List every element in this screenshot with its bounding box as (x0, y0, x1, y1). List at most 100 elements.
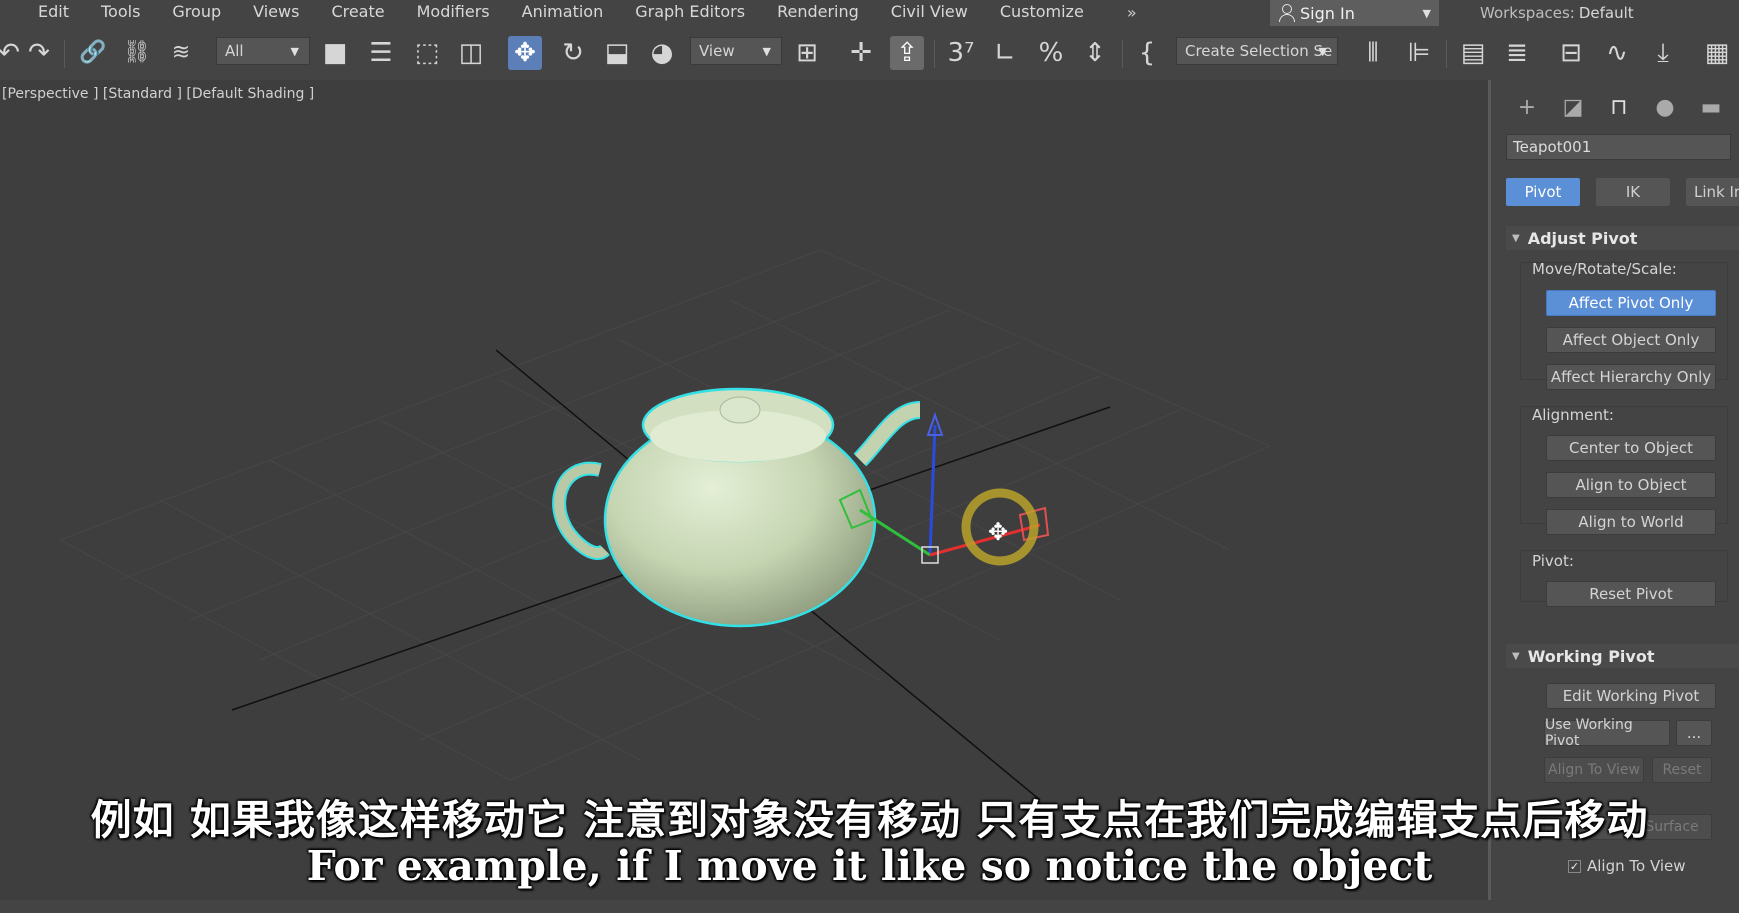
move-rotate-scale-label: Move/Rotate/Scale: (1532, 260, 1677, 278)
percent-snap-icon[interactable]: % (1034, 36, 1068, 70)
menu-group[interactable]: Group (156, 0, 237, 24)
keyboard-shortcut-override-icon[interactable]: ⇪ (890, 36, 924, 70)
tab-link-info[interactable]: Link Ir (1686, 178, 1739, 206)
alignment-label: Alignment: (1532, 406, 1614, 424)
teapot-object (552, 387, 922, 628)
menu-create[interactable]: Create (315, 0, 400, 24)
affect-object-only-button[interactable]: Affect Object Only (1546, 327, 1716, 353)
select-by-name-icon[interactable]: ☰ (364, 36, 398, 70)
chevron-down-icon: ▼ (290, 44, 299, 58)
menu-animation[interactable]: Animation (506, 0, 620, 24)
select-object-icon[interactable]: ■ (318, 36, 352, 70)
hierarchy-icon[interactable]: ⊓ (1598, 91, 1640, 123)
menu-civil-view[interactable]: Civil View (875, 0, 984, 24)
align-to-world-button[interactable]: Align to World (1546, 509, 1716, 535)
modify-icon[interactable]: ◪ (1552, 91, 1594, 123)
toolbar-separator (1446, 40, 1447, 68)
align-icon[interactable]: ⊫ (1402, 36, 1436, 70)
sign-in-dropdown[interactable]: Sign In ▼ (1270, 0, 1439, 26)
curve-editor-icon[interactable]: ∿ (1600, 36, 1634, 70)
select-and-scale-icon[interactable]: ⬓ (600, 36, 634, 70)
unlink-icon[interactable]: ⛓ (120, 36, 154, 70)
menu-overflow-button[interactable]: » (1112, 3, 1152, 22)
viewport-scene: ✥ (59, 249, 1271, 801)
working-pivot-rollout-header[interactable]: ▼ Working Pivot (1506, 644, 1739, 668)
sign-in-label: Sign In (1300, 3, 1355, 23)
snaps-toggle-icon[interactable]: 3⁷ (944, 36, 978, 70)
layer-explorer-icon[interactable]: ≣ (1500, 36, 1534, 70)
subtitle-chinese: 例如 如果我像这样移动它 注意到对象没有移动 只有支点在我们完成编辑支点后移动 (90, 796, 1649, 844)
select-manipulate-icon[interactable]: ✛ (844, 36, 878, 70)
adjust-pivot-rollout-header[interactable]: ▼ Adjust Pivot (1506, 226, 1739, 250)
affect-hierarchy-only-button[interactable]: Affect Hierarchy Only (1546, 364, 1716, 390)
chevron-down-icon: ▼ (1422, 6, 1431, 20)
move-rotate-scale-group (1520, 262, 1728, 380)
menu-rendering[interactable]: Rendering (761, 0, 875, 24)
select-and-rotate-icon[interactable]: ↻ (556, 36, 590, 70)
hierarchy-subtabs: Pivot IK Link Ir (1506, 178, 1739, 206)
working-pivot-title: Working Pivot (1527, 646, 1655, 666)
menu-bar: Edit Tools Group Views Create Modifiers … (0, 0, 1739, 24)
menu-edit[interactable]: Edit (0, 0, 85, 24)
select-and-move-icon[interactable]: ✥ (508, 36, 542, 70)
svg-text:✥: ✥ (988, 518, 1008, 546)
selection-filter-dropdown[interactable]: All ▼ (216, 37, 310, 65)
angle-snap-icon[interactable]: ∟ (988, 36, 1022, 70)
main-toolbar: ↶ ↷ 🔗 ⛓ ≋ All ▼ ■ ☰ ⬚ ◫ ✥ ↻ ⬓ ◕ View ▼ ⊞… (0, 26, 1739, 80)
schematic-view-icon[interactable]: ⤓ (1646, 36, 1680, 70)
scene-explorer-icon[interactable]: ▤ (1456, 36, 1490, 70)
center-to-object-button[interactable]: Center to Object (1546, 435, 1716, 461)
redo-icon[interactable]: ↷ (22, 36, 56, 70)
workspaces-value: Default (1578, 4, 1634, 22)
viewport-label[interactable]: [Perspective ] [Standard ] [Default Shad… (2, 86, 314, 102)
edit-named-selection-icon[interactable]: { (1130, 36, 1164, 70)
perspective-viewport[interactable]: ✥ [Perspective ] [Standard ] [Default Sh… (0, 80, 1491, 900)
align-to-view-button[interactable]: Align To View (1544, 757, 1644, 783)
menu-customize[interactable]: Customize (984, 0, 1100, 24)
menu-tools[interactable]: Tools (85, 0, 156, 24)
display-icon[interactable]: ▬ (1690, 91, 1732, 123)
user-icon (1278, 4, 1295, 22)
motion-icon[interactable]: ● (1644, 91, 1686, 123)
command-panel-tabs: + ◪ ⊓ ● ▬ (1494, 88, 1739, 126)
create-icon[interactable]: + (1506, 91, 1548, 123)
material-editor-icon[interactable]: ▦ (1700, 36, 1734, 70)
named-selection-dropdown[interactable]: Create Selection Se ▼ (1176, 37, 1338, 65)
adjust-pivot-title: Adjust Pivot (1527, 228, 1638, 248)
chevron-down-icon: ▼ (762, 44, 771, 58)
align-to-object-button[interactable]: Align to Object (1546, 472, 1716, 498)
menu-views[interactable]: Views (237, 0, 315, 24)
rectangular-selection-icon[interactable]: ⬚ (410, 36, 444, 70)
reset-working-pivot-button[interactable]: Reset (1652, 757, 1712, 783)
workspaces-selector[interactable]: Workspaces: Default (1480, 0, 1634, 26)
collapse-triangle-icon: ▼ (1512, 232, 1520, 244)
toolbar-separator (1122, 40, 1123, 68)
edit-working-pivot-button[interactable]: Edit Working Pivot (1546, 683, 1716, 709)
collapse-triangle-icon: ▼ (1512, 650, 1520, 662)
working-pivot-more-button[interactable]: ... (1676, 720, 1712, 746)
select-and-place-icon[interactable]: ◕ (645, 36, 679, 70)
selection-filter-value: All (225, 42, 244, 60)
reset-pivot-button[interactable]: Reset Pivot (1546, 581, 1716, 607)
use-working-pivot-button[interactable]: Use Working Pivot (1544, 717, 1670, 749)
use-pivot-center-icon[interactable]: ⊞ (790, 36, 824, 70)
object-name-field[interactable]: Teapot001 (1506, 134, 1731, 160)
named-selection-value: Create Selection Se (1185, 42, 1333, 60)
pivot-label: Pivot: (1532, 552, 1574, 570)
spinner-snap-icon[interactable]: ⇕ (1078, 36, 1112, 70)
menu-graph-editors[interactable]: Graph Editors (619, 0, 761, 24)
reference-coordinate-value: View (699, 42, 735, 60)
ribbon-icon[interactable]: ⊟ (1554, 36, 1588, 70)
window-crossing-icon[interactable]: ◫ (454, 36, 488, 70)
tab-ik[interactable]: IK (1596, 178, 1670, 206)
toolbar-separator (934, 40, 935, 68)
reference-coordinate-dropdown[interactable]: View ▼ (690, 37, 782, 65)
link-icon[interactable]: 🔗 (76, 36, 110, 70)
bind-space-warp-icon[interactable]: ≋ (164, 36, 198, 70)
mirror-icon[interactable]: ⫴ (1356, 36, 1390, 70)
snap-3d-label: 3 (947, 38, 965, 68)
menu-modifiers[interactable]: Modifiers (401, 0, 506, 24)
affect-pivot-only-button[interactable]: Affect Pivot Only (1546, 290, 1716, 316)
chevron-down-icon: ▼ (1318, 44, 1327, 58)
tab-pivot[interactable]: Pivot (1506, 178, 1580, 206)
